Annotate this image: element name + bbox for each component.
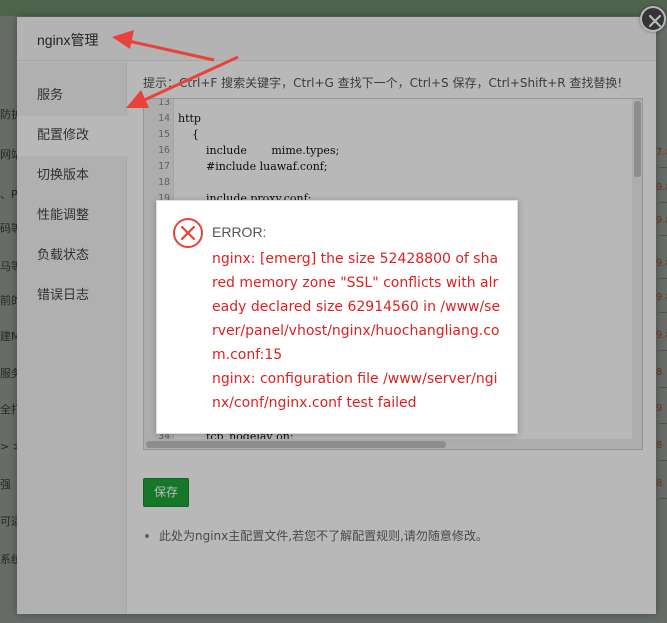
annotation-arrowhead-title: [112, 30, 134, 49]
annotation-arrows: [112, 30, 239, 108]
annotation-arrow-title: [123, 38, 215, 62]
annotation-arrow-config: [139, 55, 239, 104]
